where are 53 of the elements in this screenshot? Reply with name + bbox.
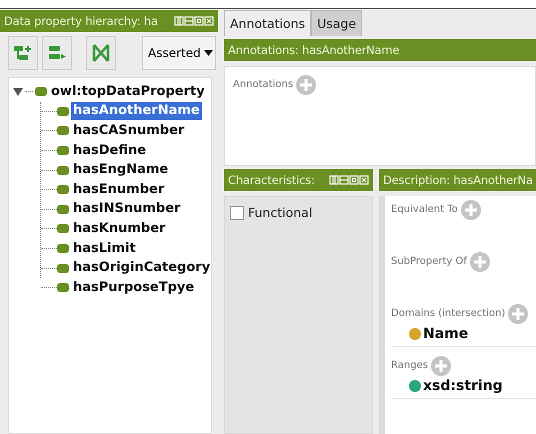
tree-item[interactable]: owl:topDataProperty bbox=[49, 82, 207, 101]
tree-item[interactable]: hasEngName bbox=[71, 161, 170, 180]
property-icon bbox=[57, 283, 69, 292]
panel-title: Characteristics: bbox=[228, 173, 315, 187]
section-label: Domains (intersection) bbox=[391, 307, 506, 321]
tree-item[interactable]: hasEnumber bbox=[71, 180, 166, 199]
tree-item[interactable]: hasAnotherName bbox=[71, 102, 202, 120]
tree-item[interactable]: hasOriginCategory bbox=[71, 259, 212, 278]
view-dropdown[interactable]: Asserted bbox=[142, 36, 216, 70]
add-icon[interactable] bbox=[430, 356, 451, 376]
add-icon[interactable] bbox=[470, 252, 490, 272]
panel-title: Description: hasAnotherNa bbox=[383, 173, 532, 187]
tab[interactable]: Annotations bbox=[224, 10, 312, 36]
checkbox-label: Functional bbox=[248, 205, 312, 220]
add-subproperty-button[interactable] bbox=[8, 36, 38, 70]
section-label: Annotations bbox=[233, 78, 294, 92]
tree-item[interactable]: hasCASnumber bbox=[71, 122, 186, 140]
property-icon bbox=[35, 87, 47, 96]
dropdown-arrow-icon bbox=[204, 50, 213, 56]
section-label: Equivalent To bbox=[391, 203, 458, 217]
checkbox[interactable] bbox=[230, 206, 244, 220]
entry-label[interactable]: Name bbox=[423, 326, 468, 342]
property-icon bbox=[57, 204, 69, 214]
tree-item[interactable]: hasDefine bbox=[71, 142, 148, 160]
section-label: Ranges bbox=[391, 359, 428, 373]
view-controls-icon[interactable] bbox=[174, 16, 214, 26]
tree-item[interactable]: hasINSnumber bbox=[71, 200, 182, 218]
property-icon bbox=[57, 185, 69, 194]
entry-label[interactable]: xsd:string bbox=[423, 378, 503, 394]
add-icon[interactable] bbox=[296, 75, 316, 95]
hierarchy-add-icon bbox=[13, 44, 33, 62]
delete-icon bbox=[92, 43, 110, 63]
panel-title: Data property hierarchy: ha bbox=[4, 14, 158, 28]
delete-button[interactable] bbox=[86, 36, 116, 70]
section-label: SubProperty Of bbox=[391, 255, 467, 269]
property-icon bbox=[57, 264, 69, 273]
property-icon bbox=[57, 106, 69, 116]
collapse-arrow-icon[interactable] bbox=[13, 86, 23, 97]
tree-item[interactable]: hasKnumber bbox=[71, 220, 168, 238]
view-controls-icon[interactable] bbox=[329, 175, 369, 185]
property-icon bbox=[57, 224, 69, 234]
tree-item[interactable]: hasPurposeTpye bbox=[71, 278, 196, 297]
add-sibling-button[interactable] bbox=[42, 36, 72, 70]
add-icon[interactable] bbox=[508, 304, 528, 324]
tree-item[interactable]: hasLimit bbox=[71, 240, 138, 258]
tab[interactable]: Usage bbox=[311, 10, 362, 36]
panel-title: Annotations: hasAnotherName bbox=[228, 43, 400, 57]
sibling-add-icon bbox=[47, 44, 67, 62]
property-icon bbox=[57, 166, 69, 175]
property-icon bbox=[57, 146, 69, 156]
add-icon[interactable] bbox=[460, 200, 481, 220]
property-icon bbox=[57, 244, 69, 254]
property-icon bbox=[57, 126, 69, 136]
